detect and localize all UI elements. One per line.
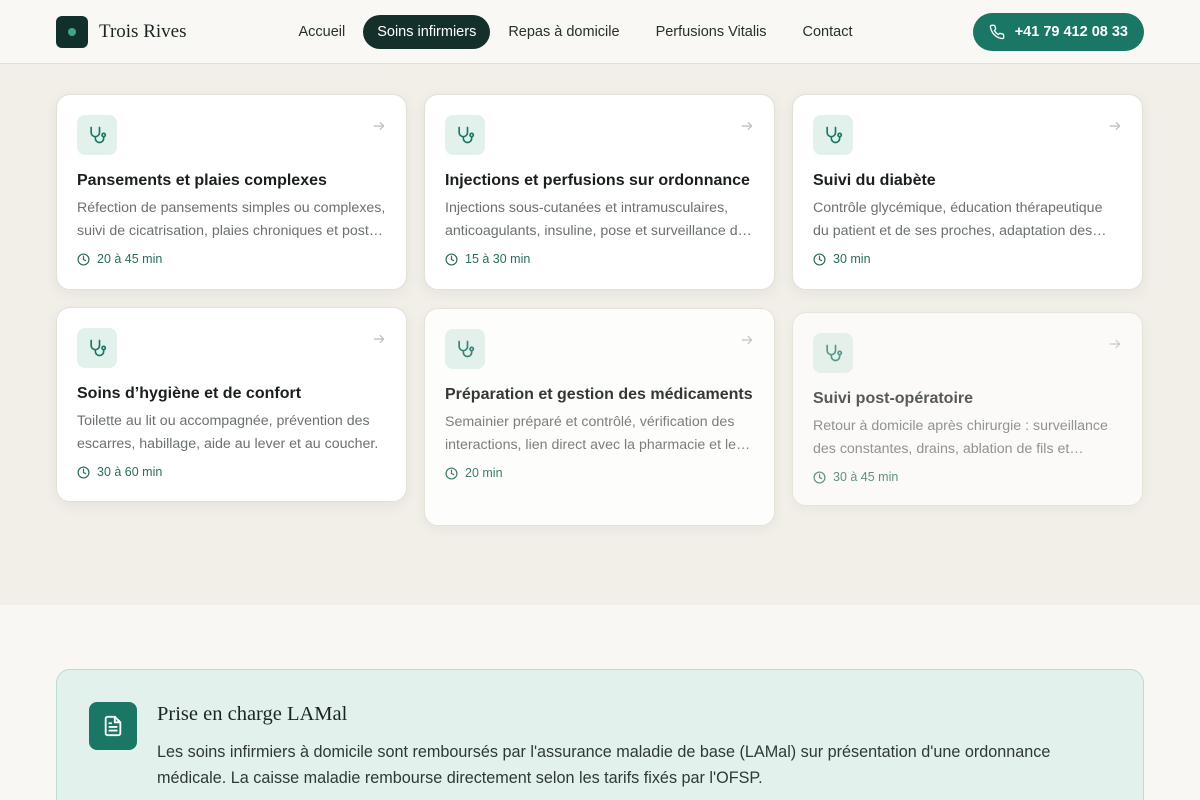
service-card[interactable]: Préparation et gestion des médicaments S… — [424, 308, 775, 526]
info-text: Les soins infirmiers à domicile sont rem… — [157, 743, 1051, 787]
card-description: Toilette au lit ou accompagnée, préventi… — [77, 413, 379, 452]
card-description: Semainier préparé et contrôlé, vérificat… — [445, 414, 736, 453]
main-nav: Accueil Soins infirmiers Repas à domicil… — [284, 14, 867, 49]
card-duration: 30 à 45 min — [813, 470, 1122, 484]
document-icon — [89, 702, 137, 750]
card-duration: 20 à 45 min — [77, 252, 386, 266]
arrow-right-icon — [1109, 339, 1121, 349]
site-header: Trois Rives Accueil Soins infirmiers Rep… — [0, 0, 1200, 64]
arrow-right-icon — [741, 335, 753, 345]
info-title: Prise en charge LAMal — [157, 703, 348, 725]
card-duration: 30 min — [813, 252, 1122, 266]
nav-item-soins-infirmiers[interactable]: Soins infirmiers — [363, 14, 491, 49]
stethoscope-icon — [813, 115, 853, 155]
stethoscope-icon — [77, 328, 117, 368]
lamal-info-box: Prise en charge LAMal Les soins infirmie… — [56, 669, 1144, 800]
card-duration-label: 30 min — [833, 252, 871, 266]
service-card[interactable]: Soins d’hygiène et de confort Toilette a… — [56, 307, 407, 502]
stethoscope-icon — [445, 329, 485, 369]
nav-item-accueil[interactable]: Accueil — [284, 15, 359, 49]
stethoscope-icon — [77, 115, 117, 155]
phone-number: +41 79 412 08 33 — [1014, 23, 1128, 40]
brand[interactable]: Trois Rives — [56, 15, 187, 48]
card-duration-label: 30 à 45 min — [833, 470, 899, 484]
service-card[interactable]: Injections et perfusions sur ordonnance … — [424, 94, 775, 290]
services-section: Pansements et plaies complexes Réfection… — [0, 64, 1200, 605]
clock-icon — [445, 252, 458, 266]
service-card[interactable]: Suivi post-opératoire Retour à domicile … — [792, 312, 1143, 506]
clock-icon — [813, 470, 826, 484]
service-card[interactable]: Suivi du diabète Contrôle glycémique, éd… — [792, 94, 1143, 290]
arrow-right-icon — [373, 121, 385, 131]
card-duration: 20 min — [445, 466, 754, 480]
card-title: Suivi post-opératoire — [813, 390, 974, 407]
phone-icon — [989, 24, 1005, 39]
card-description: Réfection de pansements simples ou compl… — [77, 200, 386, 239]
card-duration: 15 à 30 min — [445, 252, 754, 266]
card-duration-label: 20 à 45 min — [97, 252, 163, 266]
card-duration-label: 15 à 30 min — [465, 252, 531, 266]
nav-item-repas-a-domicile[interactable]: Repas à domicile — [494, 15, 633, 49]
service-card[interactable]: Pansements et plaies complexes Réfection… — [56, 94, 407, 290]
card-title: Préparation et gestion des médicaments — [445, 386, 753, 403]
card-title: Injections et perfusions sur ordonnance — [445, 172, 750, 189]
stethoscope-icon — [445, 115, 485, 155]
arrow-right-icon — [741, 121, 753, 131]
clock-icon — [445, 466, 458, 480]
card-duration: 30 à 60 min — [77, 465, 386, 479]
phone-button[interactable]: +41 79 412 08 33 — [972, 12, 1144, 51]
clock-icon — [77, 252, 90, 266]
card-title: Pansements et plaies complexes — [77, 172, 327, 189]
stethoscope-icon — [813, 333, 853, 373]
clock-icon — [813, 252, 826, 266]
brand-name: Trois Rives — [99, 20, 187, 42]
clock-icon — [77, 465, 90, 479]
arrow-right-icon — [373, 334, 385, 344]
card-description: Injections sous-cutanées et intramuscula… — [445, 200, 746, 239]
nav-item-perfusions-vitalis[interactable]: Perfusions Vitalis — [642, 15, 781, 49]
card-title: Suivi du diabète — [813, 172, 936, 189]
card-description: Contrôle glycémique, éducation thérapeut… — [813, 200, 1103, 239]
card-duration-label: 30 à 60 min — [97, 465, 163, 479]
card-description: Retour à domicile après chirurgie : surv… — [813, 418, 1108, 457]
card-duration-label: 20 min — [465, 466, 503, 480]
nav-item-contact[interactable]: Contact — [789, 15, 867, 49]
brand-logo-icon — [56, 15, 88, 48]
card-title: Soins d’hygiène et de confort — [77, 385, 302, 402]
arrow-right-icon — [1109, 121, 1121, 131]
